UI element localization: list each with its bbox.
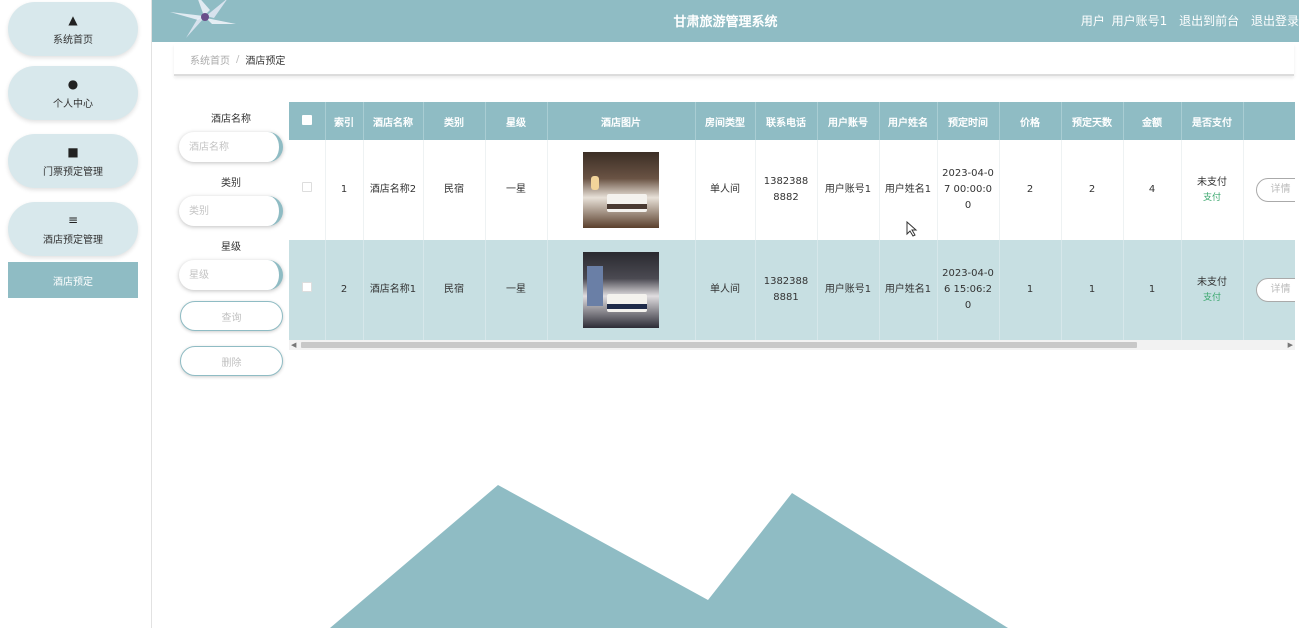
logout-link[interactable]: 退出登录 xyxy=(1251,14,1299,28)
user-account: 用户账号1 xyxy=(1111,14,1168,28)
sidebar-item-personal-center[interactable]: ● 个人中心 xyxy=(8,66,138,120)
top-header: 甘肃旅游管理系统 用户 用户账号1 退出到前台 退出登录 xyxy=(152,0,1299,42)
cell-user-name: 用户姓名1 xyxy=(879,240,938,340)
col-header-book-time: 预定时间 xyxy=(937,102,1000,140)
cell-hotel-image xyxy=(547,140,696,240)
col-header-category: 类别 xyxy=(423,102,486,140)
cell-phone: 13823888881 xyxy=(755,240,818,340)
col-header-hotel-image: 酒店图片 xyxy=(547,102,696,140)
sidebar-item-label: 门票预定管理 xyxy=(43,166,103,178)
col-header-hotel-name: 酒店名称 xyxy=(363,102,424,140)
cell-phone: 13823888882 xyxy=(755,140,818,240)
star-label: 星级 xyxy=(221,242,241,253)
scroll-right-icon[interactable]: ▶ xyxy=(1288,340,1293,350)
cell-user-account: 用户账号1 xyxy=(817,140,880,240)
breadcrumb-separator: / xyxy=(236,53,240,65)
user-icon: ● xyxy=(67,76,79,91)
cell-paid: 未支付 支付 xyxy=(1181,140,1244,240)
sidebar-item-label: 个人中心 xyxy=(53,98,93,110)
sidebar-item-label: 系统首页 xyxy=(53,34,93,46)
sidebar-item-ticket-booking[interactable]: ■ 门票预定管理 xyxy=(8,134,138,188)
detail-button[interactable]: 详情 xyxy=(1255,278,1295,302)
cell-index: 1 xyxy=(325,140,364,240)
col-header-price: 价格 xyxy=(999,102,1062,140)
cell-room-type: 单人间 xyxy=(695,140,756,240)
sliders-icon: ≡ xyxy=(67,212,79,227)
hotel-name-input[interactable] xyxy=(179,132,283,162)
home-icon: ▲ xyxy=(68,12,78,27)
cell-hotel-name: 酒店名称1 xyxy=(363,240,424,340)
mountain-decoration xyxy=(330,485,1008,628)
breadcrumb: 系统首页 / 酒店预定 xyxy=(174,44,1294,76)
breadcrumb-current: 酒店预定 xyxy=(245,55,286,67)
col-header-room-type: 房间类型 xyxy=(695,102,756,140)
hotel-image[interactable] xyxy=(583,252,659,328)
col-header-days: 预定天数 xyxy=(1061,102,1124,140)
cell-user-account: 用户账号1 xyxy=(817,240,880,340)
col-header-user-account: 用户账号 xyxy=(817,102,880,140)
cell-category: 民宿 xyxy=(423,140,486,240)
row-checkbox[interactable] xyxy=(289,240,326,340)
star-input[interactable] xyxy=(179,260,283,290)
cell-paid: 未支付 支付 xyxy=(1181,240,1244,340)
select-all-checkbox[interactable] xyxy=(289,102,326,140)
cell-days: 2 xyxy=(1061,140,1124,240)
sidebar-subitem-hotel-booking[interactable]: 酒店预定 xyxy=(8,262,138,298)
category-input[interactable] xyxy=(179,196,283,226)
scrollbar-thumb[interactable] xyxy=(301,342,1137,348)
user-links: 用户 用户账号1 退出到前台 退出登录 xyxy=(1081,12,1299,29)
sidebar-item-hotel-booking[interactable]: ≡ 酒店预定管理 xyxy=(8,202,138,256)
cell-star: 一星 xyxy=(485,240,548,340)
user-role: 用户 xyxy=(1080,14,1105,28)
cell-category: 民宿 xyxy=(423,240,486,340)
ticket-icon: ■ xyxy=(67,144,79,159)
booking-table: 索引 酒店名称 类别 星级 酒店图片 房间类型 联系电话 用户账号 用户姓名 预… xyxy=(289,102,1295,350)
pay-link[interactable]: 支付 xyxy=(1182,291,1243,305)
col-header-paid: 是否支付 xyxy=(1181,102,1244,140)
detail-button[interactable]: 详情 xyxy=(1255,178,1295,202)
cell-star: 一星 xyxy=(485,140,548,240)
cell-book-time: 2023-04-07 00:00:00 xyxy=(937,140,1000,240)
col-header-amount: 金额 xyxy=(1123,102,1182,140)
cell-hotel-image xyxy=(547,240,696,340)
cell-index: 2 xyxy=(325,240,364,340)
col-header-actions xyxy=(1243,102,1295,140)
cell-amount: 1 xyxy=(1123,240,1182,340)
pay-status: 未支付 xyxy=(1197,176,1227,188)
table-horizontal-scrollbar[interactable]: ◀ ▶ xyxy=(289,340,1295,350)
cell-actions: 详情 xyxy=(1243,140,1295,240)
breadcrumb-home[interactable]: 系统首页 xyxy=(190,52,230,67)
category-label: 类别 xyxy=(221,178,241,189)
col-header-star: 星级 xyxy=(485,102,548,140)
sidebar: ▲ 系统首页 ● 个人中心 ■ 门票预定管理 ≡ 酒店预定管理 酒店预定 xyxy=(0,0,152,628)
back-to-front-link[interactable]: 退出到前台 xyxy=(1179,14,1239,28)
hotel-image[interactable] xyxy=(583,152,659,228)
table-row: 2 酒店名称1 民宿 一星 单人间 13823888881 用户账号1 用户姓名… xyxy=(289,240,1295,340)
cell-book-time: 2023-04-06 15:06:20 xyxy=(937,240,1000,340)
cell-price: 1 xyxy=(999,240,1062,340)
scroll-left-icon[interactable]: ◀ xyxy=(291,340,296,350)
col-header-phone: 联系电话 xyxy=(755,102,818,140)
cell-actions: 详情 xyxy=(1243,240,1295,340)
sidebar-item-home[interactable]: ▲ 系统首页 xyxy=(8,2,138,56)
cell-price: 2 xyxy=(999,140,1062,240)
pay-status: 未支付 xyxy=(1197,276,1227,288)
mouse-cursor-icon xyxy=(906,221,918,237)
col-header-index: 索引 xyxy=(325,102,364,140)
cell-room-type: 单人间 xyxy=(695,240,756,340)
sidebar-item-label: 酒店预定管理 xyxy=(43,234,103,246)
pay-link[interactable]: 支付 xyxy=(1182,191,1243,205)
cell-days: 1 xyxy=(1061,240,1124,340)
hotel-name-label: 酒店名称 xyxy=(211,114,251,125)
table-header-row: 索引 酒店名称 类别 星级 酒店图片 房间类型 联系电话 用户账号 用户姓名 预… xyxy=(289,102,1295,140)
delete-button[interactable]: 删除 xyxy=(180,346,283,376)
table-row: 1 酒店名称2 民宿 一星 单人间 13823888882 用户账号1 用户姓名… xyxy=(289,140,1295,240)
row-checkbox[interactable] xyxy=(289,140,326,240)
query-button[interactable]: 查询 xyxy=(180,301,283,331)
cell-hotel-name: 酒店名称2 xyxy=(363,140,424,240)
col-header-user-name: 用户姓名 xyxy=(879,102,938,140)
cell-amount: 4 xyxy=(1123,140,1182,240)
